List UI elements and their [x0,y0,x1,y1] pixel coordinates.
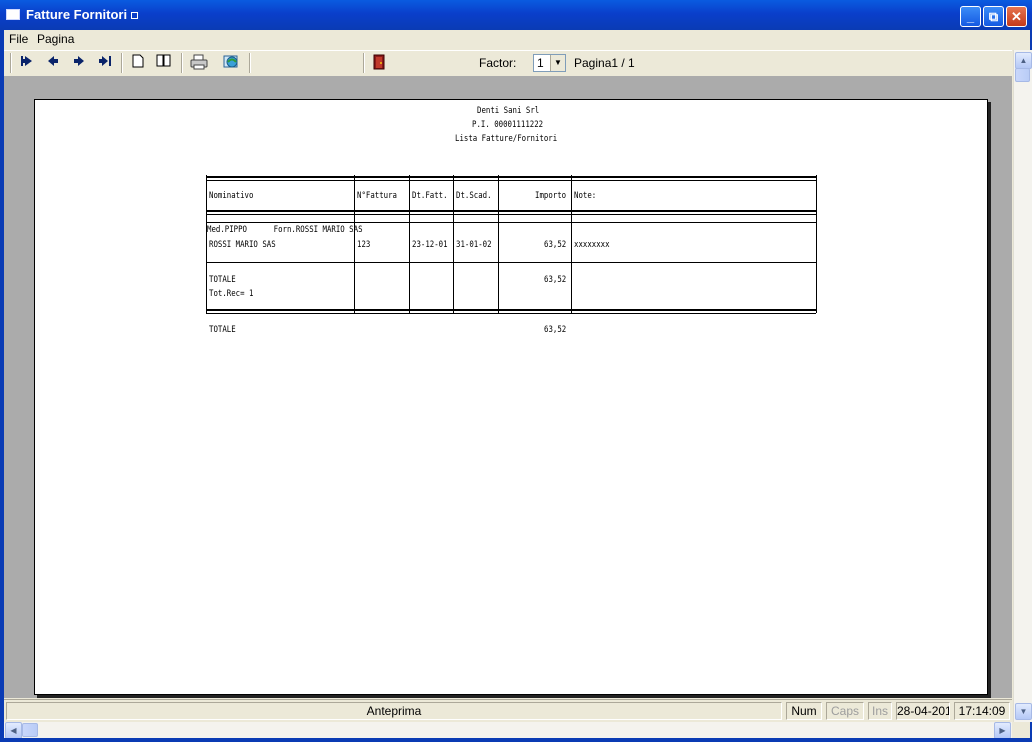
scroll-right-icon[interactable]: ▶ [994,722,1011,739]
report-company: Denti Sani Srl [477,106,540,116]
row-rule [206,262,816,263]
app-window: Fatture Fornitori _ ⧉ ✕ File Pagina Fact… [0,0,1032,742]
row-dt-scad: 31-01-02 [456,240,492,250]
col-header-n-fattura: N°Fattura [357,191,398,201]
scroll-thumb[interactable] [1015,68,1030,82]
printer-icon[interactable] [190,54,208,72]
col-header-importo: Importo [535,191,567,201]
row-n-fattura: 123 [357,240,371,250]
scroll-left-icon[interactable]: ◀ [5,722,22,739]
exit-door-icon[interactable] [370,54,388,72]
subtotal-value: 63,52 [544,275,567,285]
row-importo: 63,52 [544,240,567,250]
factor-label: Factor: [479,56,517,70]
window-title-marker [131,12,139,20]
col-header-note: Note: [574,191,597,201]
row-note: xxxxxxxx [574,240,610,250]
column-divider [409,175,410,313]
status-caps: Caps [826,702,864,720]
status-ins: Ins [868,702,892,720]
total-value: 63,52 [544,325,567,335]
toolbar-separator [363,53,365,73]
report-vat: P.I. 00001111222 [472,120,544,130]
total-label: TOTALE [209,325,236,335]
export-icon[interactable] [223,54,241,72]
window-title: Fatture Fornitori [26,7,139,22]
horizontal-scroll-thumb[interactable] [22,723,38,737]
column-divider [571,175,572,313]
single-page-icon[interactable] [129,54,147,72]
status-time: 17:14:09 [954,702,1010,720]
group-header: Med.PIPPO Forn.ROSSI MARIO SAS [207,225,363,235]
window-title-text: Fatture Fornitori [26,7,128,22]
column-divider [354,175,355,313]
status-date: 28-04-2016 [896,702,950,720]
restore-button[interactable]: ⧉ [983,6,1004,27]
status-bar: Anteprima Num Caps Ins 28-04-2016 17:14:… [4,699,1012,722]
vertical-scrollbar[interactable]: ▲ ▼ [1013,50,1032,722]
status-num: Num [786,702,822,720]
page-info: Pagina1 / 1 [574,56,635,70]
table-border-left [206,175,207,313]
toolbar-separator [121,53,123,73]
col-header-dt-fatt: Dt.Fatt. [412,191,448,201]
toolbar-separator [249,53,251,73]
factor-select[interactable]: 1 ▼ [533,54,566,72]
horizontal-scrollbar[interactable]: ◀ ▶ [4,722,1012,739]
column-divider [498,175,499,313]
menu-bar: File Pagina [0,30,1032,49]
table-border-right [816,175,817,313]
report-subtitle: Lista Fatture/Fornitori [455,134,558,144]
table-bottom-rule [206,309,816,314]
scroll-down-icon[interactable]: ▼ [1015,703,1032,720]
col-header-dt-scad: Dt.Scad. [456,191,492,201]
first-page-icon[interactable] [18,54,36,72]
title-bar[interactable]: Fatture Fornitori _ ⧉ ✕ [0,0,1032,30]
report-page: Denti Sani Srl P.I. 00001111222 Lista Fa… [34,99,988,695]
record-count: Tot.Rec= 1 [209,289,254,299]
previous-page-icon[interactable] [44,54,62,72]
close-button[interactable]: ✕ [1006,6,1027,27]
chevron-down-icon[interactable]: ▼ [550,55,565,71]
two-pages-icon[interactable] [155,54,173,72]
scroll-up-icon[interactable]: ▲ [1015,52,1032,69]
row-nominativo: ROSSI MARIO SAS [209,240,276,250]
next-page-icon[interactable] [70,54,88,72]
print-preview-area[interactable]: Denti Sani Srl P.I. 00001111222 Lista Fa… [4,76,1012,698]
minimize-button[interactable]: _ [960,6,981,27]
header-underline [206,222,816,223]
status-main: Anteprima [6,702,782,720]
menu-pagina[interactable]: Pagina [37,32,74,46]
col-header-nominativo: Nominativo [209,191,254,201]
toolbar-grip [10,53,12,73]
window-icon [6,9,20,20]
factor-value: 1 [537,56,544,70]
toolbar: Factor: 1 ▼ Pagina1 / 1 [4,50,1012,77]
subtotal-label: TOTALE [209,275,236,285]
header-bottom-rule [206,210,816,215]
window-bottom-border [0,738,1032,742]
toolbar-separator [181,53,183,73]
row-dt-fatt: 23-12-01 [412,240,448,250]
header-top-rule [206,176,816,181]
column-divider [453,175,454,313]
last-page-icon[interactable] [96,54,114,72]
menu-file[interactable]: File [9,32,28,46]
